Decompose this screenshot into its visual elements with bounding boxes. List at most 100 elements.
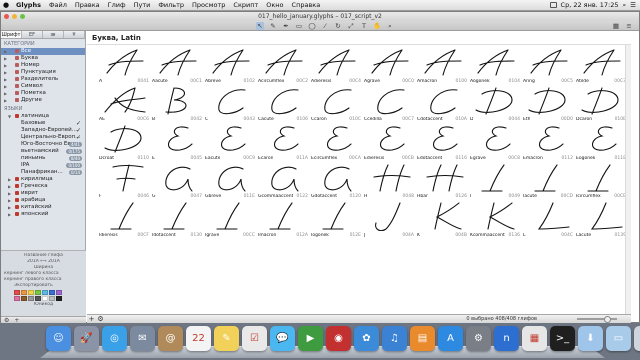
glyph-cell[interactable]: I 0049 [468,162,521,201]
color-swatch[interactable] [49,290,55,295]
pen-tool-icon[interactable]: ✒ [282,22,290,30]
glyph-cell[interactable]: Gdotaccent 0120 [309,162,362,201]
category-item[interactable]: ▶ Пометка [1,90,85,97]
glyph-cell[interactable]: Abreve 0102 [203,46,256,85]
color-swatch[interactable] [35,290,41,295]
apple-icon[interactable]: ● [0,1,12,9]
disclosure-triangle-icon[interactable]: ▶ [8,204,11,211]
preferences-icon[interactable]: ⚙ [466,326,491,351]
glyph-cell[interactable]: AE 00C6 [97,85,150,124]
spotlight-icon[interactable]: ⌕ [623,1,627,10]
menu-item[interactable]: Просмотр [188,1,229,9]
mail-icon[interactable]: ✉ [130,326,155,351]
disclosure-triangle-icon[interactable]: ▶ [4,97,7,104]
glyph-cell[interactable]: D 0044 [468,85,521,124]
disclosure-triangle-icon[interactable]: ▶ [4,55,7,62]
notes-icon[interactable]: ✎ [214,326,239,351]
category-item[interactable]: ▶ Номер [1,62,85,69]
glyph-cell[interactable]: E 0045 [150,123,203,162]
disclosure-triangle-icon[interactable]: ▶ [8,183,11,190]
gear-menu-icon[interactable]: ⚙ [96,315,105,323]
language-item[interactable]: Юго-Восточно Евр... 4/41 [1,141,85,148]
pointer-tool-icon[interactable]: ↖ [256,22,264,30]
color-swatch[interactable] [21,290,27,295]
sidebar-tab[interactable]: ЕF [22,31,43,38]
menu-item[interactable]: Пути [130,1,155,9]
disclosure-triangle-icon[interactable]: ▶ [8,211,11,218]
sidebar-tab[interactable]: ᴂ [43,31,64,38]
language-item[interactable]: ▶ японский [1,211,85,218]
glyph-cell[interactable]: C 0043 [203,85,256,124]
menu-clock[interactable]: Ср, 22 янв. 17:25 [561,1,619,9]
language-item[interactable]: ▶ арабица [1,197,85,204]
glyph-cell[interactable]: Adieresis 00C4 [309,46,362,85]
glyph-cell[interactable]: Cacute 0106 [256,85,309,124]
language-item[interactable]: ▶ кириллица [1,176,85,183]
language-item[interactable]: Западно-Европей... ✓ [1,127,85,134]
language-item[interactable]: Базовые ✓ [1,120,85,127]
ibooks-icon[interactable]: ▤ [410,326,435,351]
reminders-icon[interactable]: ☑ [242,326,267,351]
language-item[interactable]: IPA 0/100 [1,162,85,169]
glyph-cell[interactable]: Eth 00D0 [521,85,574,124]
glyph-cell[interactable]: Lacute 0139 [574,200,627,239]
glyph-cell[interactable]: Igrave 00CC [203,200,256,239]
disclosure-triangle-icon[interactable]: ▼ [8,113,11,120]
category-item[interactable]: ▶ Символ [1,83,85,90]
battery-icon[interactable] [549,2,557,8]
glyph-cell[interactable]: Egrave 00C8 [468,123,521,162]
grid-view-icon[interactable]: ▦ [612,22,620,30]
disclosure-triangle-icon[interactable]: ▶ [4,83,7,90]
disclosure-triangle-icon[interactable]: ▶ [8,197,11,204]
disclosure-triangle-icon[interactable]: ▶ [8,190,11,197]
disclosure-triangle-icon[interactable]: ▶ [4,62,7,69]
glyph-cell[interactable]: Idieresis 00CF [97,200,150,239]
glyph-cell[interactable]: Hbar 0126 [415,162,468,201]
zoom-button[interactable] [20,14,25,19]
finder-icon[interactable]: ☺ [46,326,71,351]
messages-icon[interactable]: 💬 [270,326,295,351]
glyph-cell[interactable]: Aacute 00C1 [150,46,203,85]
knife-tool-icon[interactable]: ⁄ [321,22,329,30]
glyph-cell[interactable]: L 004C [521,200,574,239]
glyph-cell[interactable]: Imacron 012A [256,200,309,239]
glyph-cell[interactable]: Amacron 0100 [415,46,468,85]
color-swatch[interactable] [21,296,27,301]
menu-item[interactable]: Фильтр [154,1,188,9]
trash-icon[interactable]: 🗑 [634,326,640,351]
preview-icon[interactable]: ▦ [522,326,547,351]
appstore-icon[interactable]: A [438,326,463,351]
menu-item[interactable]: Файл [45,1,71,9]
glyph-cell[interactable]: Eogonek 0118 [574,123,627,162]
category-item[interactable]: ▶ Другие [1,97,85,104]
menu-item[interactable]: Правка [71,1,104,9]
rectangle-tool-icon[interactable]: ▭ [295,22,303,30]
add-icon[interactable]: + [14,317,19,324]
category-item[interactable]: ▶ Буква [1,55,85,62]
language-item[interactable]: вьетнамский 0/175 [1,148,85,155]
glyph-cell[interactable]: Ecircumflex 00CA [309,123,362,162]
documents-folder-icon[interactable]: ▭ [606,326,631,351]
disclosure-triangle-icon[interactable]: ▶ [8,176,11,183]
list-view-icon[interactable]: ≡ [625,22,633,30]
gear-icon[interactable]: ⚙ [4,317,9,324]
color-swatch[interactable] [14,290,20,295]
glyph-cell[interactable]: Gbreve 011E [203,162,256,201]
glyph-cell[interactable]: B 0042 [150,85,203,124]
scale-tool-icon[interactable]: ⤢ [347,22,355,30]
color-swatch[interactable] [42,296,48,301]
glyph-cell[interactable]: Gcommaaccent 0122 [256,162,309,201]
color-swatch[interactable] [49,296,55,301]
glyph-cell[interactable]: Kcommaaccent 0136 [468,200,521,239]
downloads-folder-icon[interactable]: ⬇ [578,326,603,351]
language-item[interactable]: Центрально-Европ... ✓ [1,134,85,141]
glyph-cell[interactable]: Iacute 00CD [521,162,574,201]
glyph-cell[interactable]: Atilde 00C3 [574,46,627,85]
glyph-cell[interactable]: Cdotaccent 010A [415,85,468,124]
zoom-tool-icon[interactable]: ⌕ [386,22,394,30]
draw-tool-icon[interactable]: ✎ [269,22,277,30]
safari-icon[interactable]: ◎ [102,326,127,351]
glyph-cell[interactable]: Edotaccent 0116 [415,123,468,162]
glyph-cell[interactable]: F 0046 [97,162,150,201]
ellipse-tool-icon[interactable]: ◯ [308,22,316,30]
